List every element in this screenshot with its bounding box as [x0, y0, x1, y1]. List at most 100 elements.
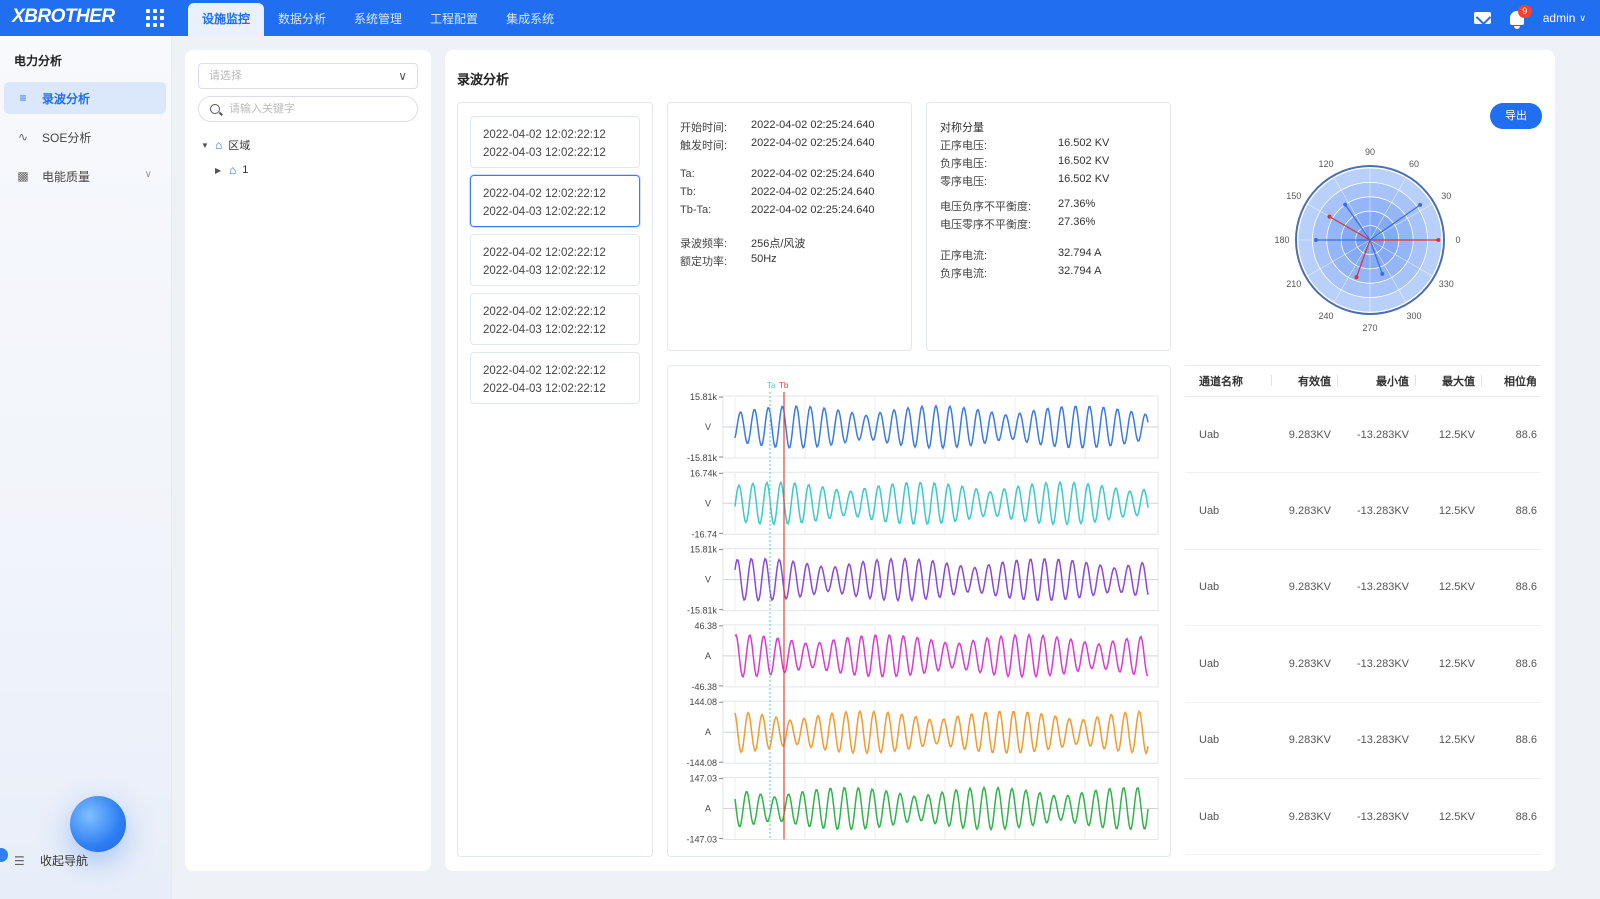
cell-channel: Uab	[1199, 428, 1220, 441]
phasor-vector-tip	[1418, 202, 1423, 207]
sidebar-item-soe[interactable]: ∿ SOE分析	[4, 121, 166, 153]
waveform-min-label: -16.74	[691, 529, 717, 539]
info-row: 录波频率: 256点/风波	[680, 238, 806, 250]
mail-icon[interactable]	[1473, 12, 1491, 24]
table-row[interactable]: Uab 9.283KV -13.283KV 12.5KV 88.6	[1185, 473, 1541, 550]
tab-integration[interactable]: 集成系统	[492, 3, 568, 36]
waveform-unit-label: A	[705, 651, 711, 661]
polar-angle-label: 30	[1441, 191, 1451, 201]
record-end: 2022-04-03 12:02:22:12	[483, 265, 606, 277]
chevron-down-icon: ∨	[144, 169, 152, 180]
chevron-down-icon: ∨	[1579, 12, 1586, 23]
table-row[interactable]: Uab 9.283KV -13.283KV 12.5KV 88.6	[1185, 397, 1541, 474]
tree-node-region[interactable]: ▼ ⌂ 区域	[201, 137, 250, 153]
top-bar: XBROTHER 设施监控 数据分析 系统管理 工程配置 集成系统 9 admi…	[0, 0, 1600, 36]
export-button[interactable]: 导出	[1490, 103, 1542, 129]
user-menu[interactable]: admin ∨	[1543, 11, 1586, 25]
apps-grid-icon[interactable]	[146, 9, 164, 27]
waveform-max-label: 16.74k	[690, 468, 718, 478]
ta-marker-label: Ta	[767, 381, 776, 390]
table-row[interactable]: Uab 9.283KV -13.283KV 12.5KV 88.6	[1185, 779, 1541, 856]
waveform-max-label: 144.08	[689, 697, 717, 707]
col-header-min: 最小值	[1331, 373, 1409, 389]
cell-max: 12.5KV	[1438, 505, 1475, 518]
sidebar-item-label: 录波分析	[42, 91, 91, 106]
cell-max: 12.5KV	[1438, 734, 1475, 747]
channel-table: 通道名称 有效值 最小值 最大值 相位角 Uab 9.283KV -13.283KV…	[1185, 365, 1541, 856]
table-row[interactable]: Uab 9.283KV -13.283KV 12.5KV 88.6	[1185, 626, 1541, 703]
polar-angle-label: 180	[1275, 235, 1290, 245]
record-start: 2022-04-02 12:02:22:12	[483, 247, 606, 259]
cell-min: -13.283KV	[1357, 657, 1409, 670]
cell-max: 12.5KV	[1438, 657, 1475, 670]
symmetric-row: 电压零序不平衡度: 27.36%	[940, 216, 1096, 231]
cell-rms: 9.283KV	[1288, 428, 1331, 441]
symmetric-row: 正序电压: 16.502 KV	[940, 137, 1110, 152]
sidebar-item-label: SOE分析	[42, 130, 92, 145]
sidebar-item-label: 电能质量	[42, 169, 91, 184]
polar-angle-label: 150	[1286, 191, 1301, 201]
cell-channel: Uab	[1199, 734, 1220, 747]
waveform-card: Ta Tb 15.81k V -15.81k 16.74k V -16.74 15.81k V -1…	[667, 365, 1171, 857]
search-icon	[210, 104, 220, 114]
waveform-min-label: -147.03	[686, 835, 717, 845]
record-list: 2022-04-02 12:02:22:12 2022-04-03 12:02:…	[457, 102, 653, 857]
waveform-max-label: 46.38	[694, 621, 717, 631]
info-row: Tb-Ta: 2022-04-02 02:25:24.640	[680, 204, 875, 216]
search-input[interactable]: 请输入关键字	[198, 96, 418, 122]
brand-logo[interactable]: XBROTHER	[12, 6, 115, 28]
tab-engineering-config[interactable]: 工程配置	[416, 3, 492, 36]
list-icon: ≡	[19, 91, 27, 105]
home-icon: ⌂	[229, 163, 237, 177]
col-header-channel: 通道名称	[1199, 376, 1243, 388]
top-right-tools: 9 admin ∨	[1473, 0, 1586, 36]
chevron-down-icon: ∨	[398, 69, 407, 83]
tab-facility-monitor[interactable]: 设施监控	[188, 3, 265, 36]
sidebar-item-waveform[interactable]: ≡ 录波分析	[4, 82, 166, 114]
table-row[interactable]: Uab 9.283KV -13.283KV 12.5KV 88.6	[1185, 703, 1541, 779]
record-start: 2022-04-02 12:02:22:12	[483, 306, 606, 318]
tab-data-analysis[interactable]: 数据分析	[264, 3, 340, 36]
tree-node-label: 区域	[228, 140, 251, 152]
info-row: 触发时间: 2022-04-02 02:25:24.640	[680, 137, 875, 152]
sidebar-item-power-quality[interactable]: ▩ 电能质量 ∨	[4, 160, 166, 192]
record-end: 2022-04-03 12:02:22:12	[483, 206, 606, 218]
notification-badge: 9	[1517, 5, 1532, 18]
user-name: admin	[1542, 11, 1576, 25]
record-item[interactable]: 2022-04-02 12:02:22:12 2022-04-03 12:02:…	[470, 116, 640, 168]
cell-rms: 9.283KV	[1288, 581, 1331, 594]
record-end: 2022-04-03 12:02:22:12	[483, 324, 606, 336]
record-item[interactable]: 2022-04-02 12:02:22:12 2022-04-03 12:02:…	[470, 293, 640, 345]
sidebar-title: 电力分析	[14, 54, 63, 68]
waveform-unit-label: V	[705, 575, 711, 585]
caret-down-icon[interactable]: ▼	[201, 141, 209, 150]
main-nav: 设施监控 数据分析 系统管理 工程配置 集成系统	[188, 3, 568, 36]
tb-marker-label: Tb	[779, 381, 789, 390]
search-placeholder: 请输入关键字	[229, 103, 295, 115]
cell-rms: 9.283KV	[1288, 810, 1331, 823]
record-end: 2022-04-03 12:02:22:12	[483, 383, 606, 395]
cell-phase: 88.6	[1515, 734, 1537, 747]
tab-system-management[interactable]: 系统管理	[340, 3, 416, 36]
table-row[interactable]: Uab 9.283KV -13.283KV 12.5KV 88.6	[1185, 550, 1541, 627]
notification-button[interactable]: 9	[1509, 5, 1532, 29]
record-item[interactable]: 2022-04-02 12:02:22:12 2022-04-03 12:02:…	[470, 352, 640, 404]
home-icon: ⌂	[215, 138, 223, 152]
cell-phase: 88.6	[1515, 428, 1537, 441]
waveform-unit-label: A	[705, 727, 711, 737]
record-item[interactable]: 2022-04-02 12:02:22:12 2022-04-03 12:02:…	[470, 175, 640, 227]
collapse-nav-label: 收起导航	[40, 854, 89, 868]
device-select[interactable]: 请选择 ∨	[198, 63, 418, 89]
cell-phase: 88.6	[1515, 581, 1537, 594]
menu-fold-icon: ☰	[14, 853, 25, 868]
symmetric-row: 负序电压: 16.502 KV	[940, 155, 1110, 170]
polar-angle-label: 60	[1409, 159, 1419, 169]
cell-phase: 88.6	[1515, 505, 1537, 518]
record-item[interactable]: 2022-04-02 12:02:22:12 2022-04-03 12:02:…	[470, 234, 640, 286]
polar-angle-label: 0	[1455, 235, 1460, 245]
tree-node-1[interactable]: ▶ ⌂ 1	[215, 163, 248, 177]
collapse-nav-button[interactable]: ☰ 收起导航	[14, 852, 88, 869]
symmetric-row: 正序电流: 32.794 A	[940, 247, 1102, 262]
caret-right-icon[interactable]: ▶	[215, 166, 223, 175]
info-row: Tb: 2022-04-02 02:25:24.640	[680, 186, 875, 198]
